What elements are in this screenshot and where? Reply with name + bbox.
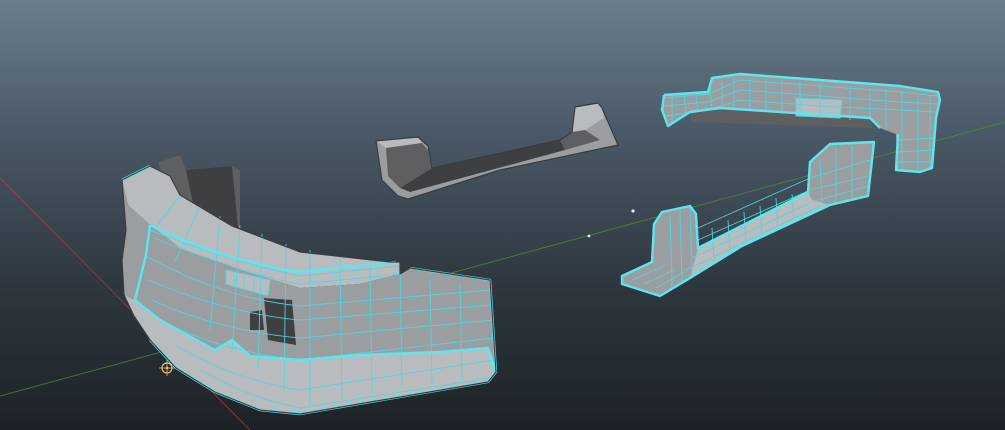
locator-dot [587, 234, 591, 238]
rear-bumper-mesh[interactable] [660, 72, 942, 174]
viewport-canvas[interactable] [0, 0, 1005, 430]
3d-viewport[interactable] [0, 0, 1005, 430]
left-side-skirt-mesh[interactable] [375, 102, 619, 200]
locator-dot [631, 209, 635, 213]
front-bumper-mesh[interactable] [121, 155, 498, 416]
right-side-skirt-mesh[interactable] [620, 140, 876, 298]
